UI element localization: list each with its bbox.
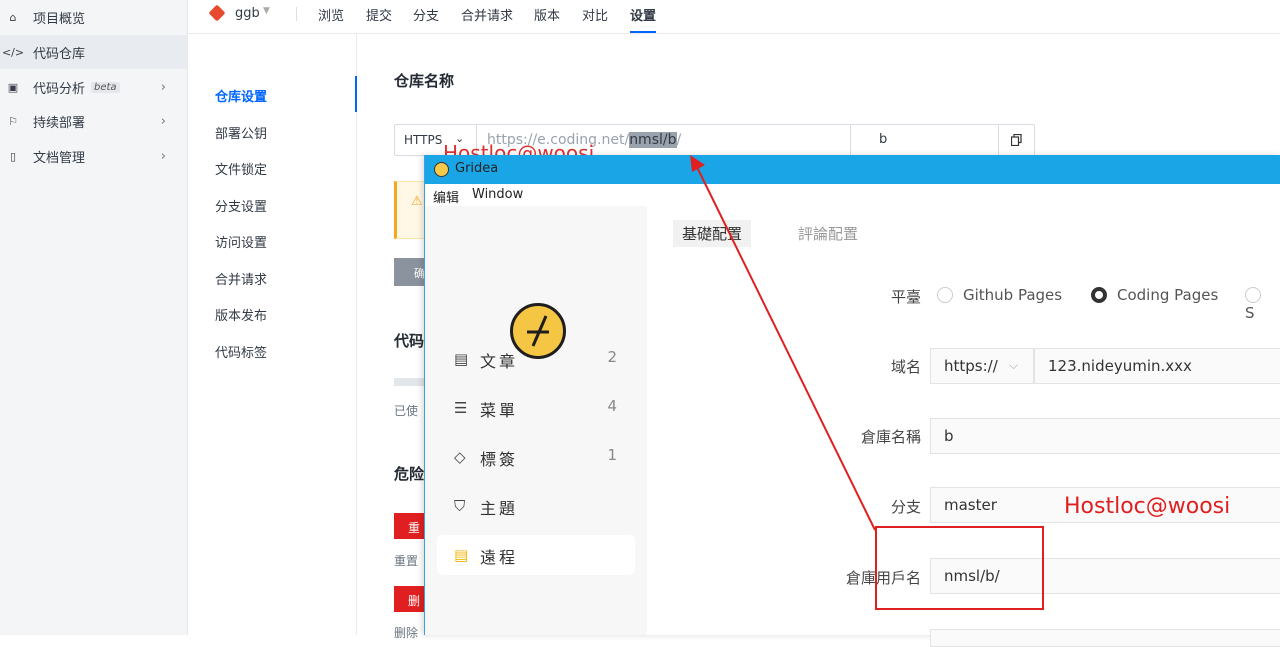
annotation-arrow (690, 155, 876, 531)
